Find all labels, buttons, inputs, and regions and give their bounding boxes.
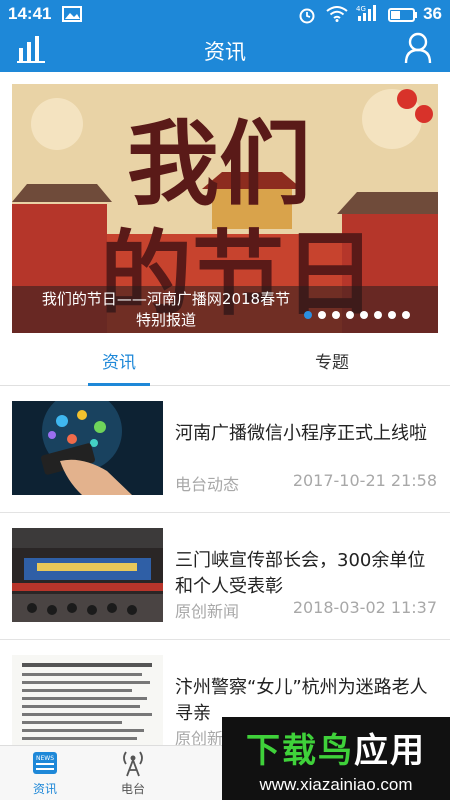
user-icon[interactable] xyxy=(404,32,432,68)
nav-label: 电台 xyxy=(120,782,145,796)
radio-tower-icon xyxy=(120,749,146,780)
nav-item-radio[interactable]: 电台 xyxy=(98,746,168,801)
svg-text:NEWS: NEWS xyxy=(36,755,54,762)
news-title: 三门峡宣传部长会，300余单位和个人受表彰 xyxy=(175,550,426,597)
banner-caption-line2: 特别报道 xyxy=(135,311,196,329)
carousel-dot[interactable] xyxy=(332,311,340,319)
battery-icon xyxy=(388,7,418,26)
tab-topics[interactable]: 专题 xyxy=(272,348,392,373)
nav-item-news[interactable]: NEWS 资讯 xyxy=(10,746,80,801)
app-header: 资讯 xyxy=(0,28,450,72)
content-tabs: 资讯 专题 xyxy=(0,340,450,386)
banner-art-text-1: 我们 xyxy=(127,110,311,218)
news-thumbnail xyxy=(12,655,163,749)
news-thumbnail xyxy=(12,528,163,622)
nav-label: 资讯 xyxy=(32,782,57,796)
wifi-icon xyxy=(326,6,348,26)
news-title: 河南广播微信小程序正式上线啦 xyxy=(175,423,427,444)
carousel-dot[interactable] xyxy=(402,311,410,319)
alarm-icon xyxy=(298,6,316,28)
tab-news[interactable]: 资讯 xyxy=(59,348,179,373)
watermark-title: 下载鸟应用 xyxy=(246,731,426,771)
carousel-dot[interactable] xyxy=(360,311,368,319)
news-time: 2018-03-02 11:37 xyxy=(292,598,437,617)
news-source: 原创新闻 xyxy=(175,602,240,621)
news-time: 2017-10-21 21:58 xyxy=(292,471,437,490)
watermark-url: www.xiazainiao.com xyxy=(259,775,413,794)
news-icon: NEWS xyxy=(32,751,58,778)
active-tab-indicator xyxy=(88,383,150,386)
news-item[interactable]: 河南广播微信小程序正式上线啦 电台动态 2017-10-21 21:58 xyxy=(0,387,450,513)
image-notification-icon xyxy=(62,6,82,26)
page-title: 资讯 xyxy=(204,40,246,64)
watermark-logo: 下载鸟应用 www.xiazainiao.com xyxy=(222,717,450,800)
battery-percent: 36 xyxy=(423,4,442,23)
carousel-dot[interactable] xyxy=(374,311,382,319)
carousel-indicator xyxy=(304,304,416,319)
banner-caption[interactable]: 我们的节日——河南广播网2018春节 特别报道 xyxy=(16,289,316,331)
banner-caption-line1: 我们的节日——河南广播网2018春节 xyxy=(41,290,291,308)
status-bar: 14:41 4G 36 xyxy=(0,0,450,28)
network-type: 4G xyxy=(356,5,366,13)
news-source: 电台动态 xyxy=(175,475,240,494)
news-item[interactable]: 三门峡宣传部长会，300余单位和个人受表彰 原创新闻 2018-03-02 11… xyxy=(0,514,450,640)
carousel-dot[interactable] xyxy=(346,311,354,319)
cellular-signal-icon: 4G xyxy=(356,4,380,26)
news-thumbnail xyxy=(12,401,163,495)
carousel-dot[interactable] xyxy=(318,311,326,319)
status-time: 14:41 xyxy=(8,4,52,23)
carousel-dot[interactable] xyxy=(388,311,396,319)
carousel-dot[interactable] xyxy=(304,311,312,319)
